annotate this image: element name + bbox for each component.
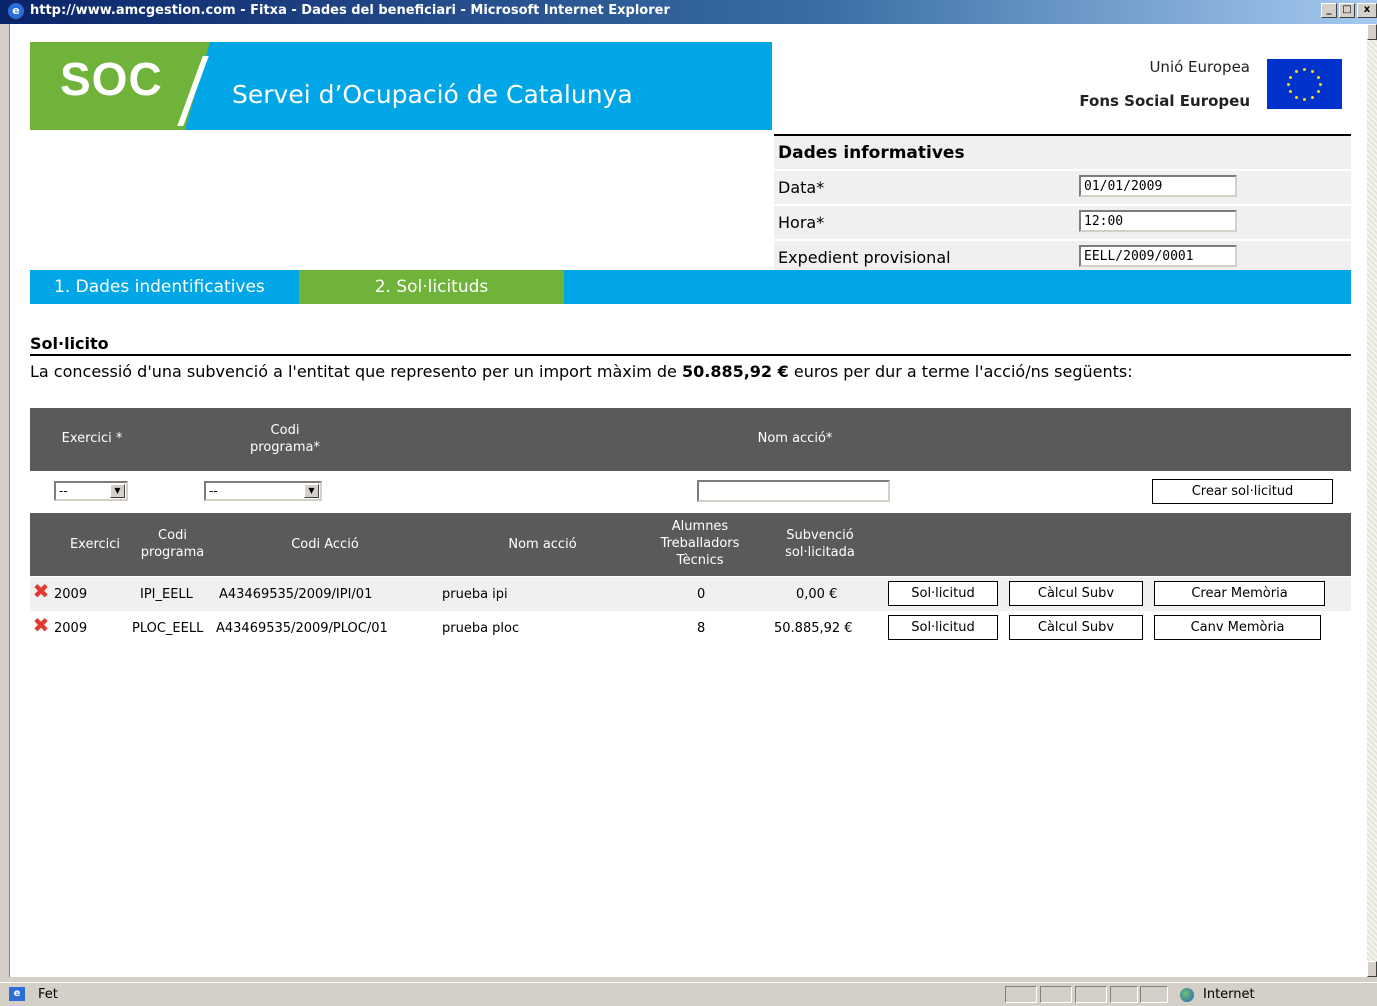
info-row-hora: Hora* bbox=[774, 206, 1351, 241]
cell-alumnes: 0 bbox=[697, 587, 706, 602]
org-name: Servei d’Ocupació de Catalunya bbox=[232, 80, 633, 109]
col-codi-programa-2: programa bbox=[140, 545, 205, 560]
cell-exercici: 2009 bbox=[54, 587, 88, 602]
page-icon: e bbox=[9, 987, 25, 1001]
expedient-label: Expedient provisional bbox=[778, 248, 951, 267]
fse-label: Fons Social Europeu bbox=[1079, 92, 1250, 110]
filter-header: Exercici * Codi programa* Nom acció* bbox=[30, 408, 1351, 471]
tab-sollicituds[interactable]: 2. Sol·licituds bbox=[299, 270, 564, 304]
eu-label: Unió Europea bbox=[1149, 58, 1250, 76]
filter-col-codi-2: programa* bbox=[250, 440, 320, 455]
info-heading: Dades informatives bbox=[778, 143, 965, 163]
eu-flag-icon bbox=[1267, 59, 1342, 109]
page-content: SOC Servei d’Ocupació de Catalunya Unió … bbox=[9, 24, 1368, 977]
chevron-down-icon[interactable]: ▼ bbox=[110, 484, 125, 498]
delete-icon[interactable]: ✖ bbox=[32, 615, 50, 635]
minimize-button[interactable]: _ bbox=[1321, 3, 1337, 18]
status-text: Fet bbox=[38, 987, 58, 1002]
status-cell bbox=[1005, 986, 1037, 1003]
vertical-scrollbar[interactable] bbox=[1367, 24, 1377, 977]
internet-zone-icon bbox=[1180, 988, 1194, 1002]
status-cell bbox=[1110, 986, 1138, 1003]
filter-col-codi-1: Codi bbox=[270, 423, 300, 438]
tab-dades-identificatives[interactable]: 1. Dades indentificatives bbox=[30, 270, 299, 304]
cell-exercici: 2009 bbox=[54, 621, 88, 636]
col-alumnes-2: Treballadors bbox=[660, 536, 740, 551]
cell-nom-accio: prueba ipi bbox=[442, 587, 508, 602]
intro-text: La concessió d'una subvenció a l'entitat… bbox=[30, 362, 1133, 381]
table-row: ✖ 2009 IPI_EELL A43469535/2009/IPI/01 pr… bbox=[30, 577, 1351, 611]
col-nom-accio: Nom acció bbox=[508, 537, 577, 552]
time-input[interactable] bbox=[1079, 210, 1237, 232]
cell-codi-programa: PLOC_EELL bbox=[132, 621, 204, 636]
nom-accio-input[interactable] bbox=[697, 480, 890, 502]
filter-col-nom: Nom acció* bbox=[757, 431, 833, 446]
calcul-subv-button[interactable]: Càlcul Subv bbox=[1009, 615, 1143, 640]
filter-col-exercici: Exercici * bbox=[61, 431, 123, 446]
exercici-select[interactable]: -- ▼ bbox=[54, 481, 128, 501]
status-cell bbox=[1140, 986, 1168, 1003]
ie-logo-icon: e bbox=[8, 3, 24, 19]
col-codi-programa-1: Codi bbox=[158, 528, 187, 543]
sollicitud-button[interactable]: Sol·licitud bbox=[888, 581, 998, 606]
exercici-selected: -- bbox=[59, 484, 68, 498]
cell-subvencio: 50.885,92 € bbox=[774, 621, 853, 636]
col-alumnes-3: Tècnics bbox=[676, 553, 724, 568]
col-subvencio-1: Subvenció bbox=[786, 528, 854, 543]
scroll-down-icon[interactable] bbox=[1367, 961, 1377, 977]
date-label: Data* bbox=[778, 178, 825, 197]
col-alumnes-1: Alumnes bbox=[671, 519, 729, 534]
section-divider bbox=[30, 354, 1351, 356]
section-title: Sol·licito bbox=[30, 334, 109, 353]
col-exercici: Exercici bbox=[69, 537, 121, 552]
chevron-down-icon[interactable]: ▼ bbox=[304, 484, 319, 498]
intro-before: La concessió d'una subvenció a l'entitat… bbox=[30, 362, 682, 381]
tab-bar: 1. Dades indentificatives 2. Sol·licitud… bbox=[30, 270, 1351, 304]
soc-banner: SOC Servei d’Ocupació de Catalunya bbox=[30, 42, 772, 130]
cell-alumnes: 8 bbox=[697, 621, 706, 636]
codi-selected: -- bbox=[209, 484, 218, 498]
sollicitud-button[interactable]: Sol·licitud bbox=[888, 615, 998, 640]
intro-after: euros per dur a terme l'acció/ns següent… bbox=[788, 362, 1133, 381]
date-input[interactable] bbox=[1079, 175, 1237, 197]
close-button[interactable]: x bbox=[1357, 3, 1377, 18]
delete-icon[interactable]: ✖ bbox=[32, 581, 50, 601]
window-title: http://www.amcgestion.com - Fitxa - Dade… bbox=[30, 3, 670, 18]
canv-memoria-button[interactable]: Canv Memòria bbox=[1154, 615, 1321, 640]
info-row-data: Data* bbox=[774, 171, 1351, 206]
time-label: Hora* bbox=[778, 213, 825, 232]
create-sollicitud-button[interactable]: Crear sol·licitud bbox=[1152, 479, 1333, 504]
crear-memoria-button[interactable]: Crear Memòria bbox=[1154, 581, 1325, 606]
expedient-input[interactable] bbox=[1079, 245, 1237, 267]
info-panel: Dades informatives Data* Hora* Expedient… bbox=[774, 134, 1351, 276]
status-cell bbox=[1075, 986, 1107, 1003]
info-heading-row: Dades informatives bbox=[774, 136, 1351, 171]
cell-codi-accio: A43469535/2009/IPI/01 bbox=[219, 587, 373, 602]
cell-codi-programa: IPI_EELL bbox=[140, 587, 193, 602]
status-cell bbox=[1040, 986, 1072, 1003]
cell-nom-accio: prueba ploc bbox=[442, 621, 520, 636]
codi-programa-select[interactable]: -- ▼ bbox=[204, 481, 322, 501]
cell-subvencio: 0,00 € bbox=[796, 587, 838, 602]
soc-logo: SOC bbox=[60, 53, 163, 105]
scroll-up-icon[interactable] bbox=[1367, 24, 1377, 40]
col-subvencio-2: sol·licitada bbox=[785, 545, 855, 560]
cell-codi-accio: A43469535/2009/PLOC/01 bbox=[216, 621, 388, 636]
zone-label: Internet bbox=[1203, 987, 1255, 1002]
window-titlebar: e http://www.amcgestion.com - Fitxa - Da… bbox=[0, 0, 1377, 24]
intro-amount: 50.885,92 € bbox=[681, 362, 789, 381]
col-codi-accio: Codi Acció bbox=[291, 537, 359, 552]
status-bar: e Fet Internet bbox=[0, 982, 1377, 1006]
grid-header: Exercici Codi programa Codi Acció Nom ac… bbox=[30, 513, 1351, 576]
maximize-button[interactable]: □ bbox=[1339, 3, 1355, 18]
calcul-subv-button[interactable]: Càlcul Subv bbox=[1009, 581, 1143, 606]
filter-row: -- ▼ -- ▼ Crear sol·licitud bbox=[30, 476, 1351, 508]
table-row: ✖ 2009 PLOC_EELL A43469535/2009/PLOC/01 … bbox=[30, 611, 1351, 645]
